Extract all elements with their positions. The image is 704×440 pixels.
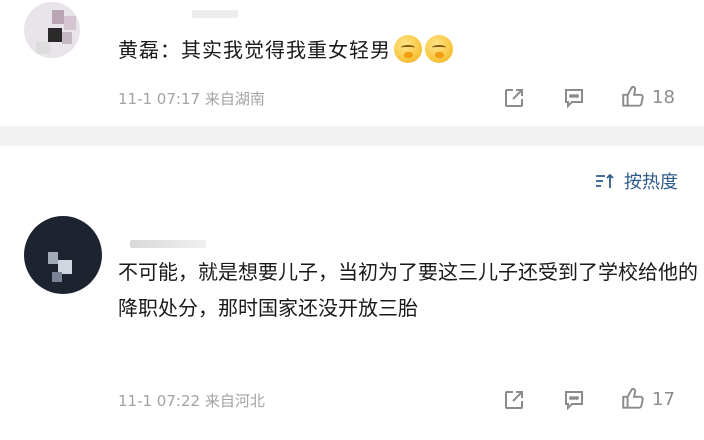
blurred-text xyxy=(192,10,238,18)
section-divider xyxy=(0,126,704,146)
comment-item: 按热度 不可能，就是想要儿子，当初为了要这三儿子还受到了学校给他的降职处分，那时… xyxy=(0,146,704,440)
comment-icon xyxy=(565,391,583,411)
comment-content: 不可能，就是想要儿子，当初为了要这三儿子还受到了学校给他的降职处分，那时国家还没… xyxy=(118,260,698,320)
timestamp: 11-1 07:22 xyxy=(118,392,201,410)
comment-icon xyxy=(565,89,583,109)
share-button[interactable] xyxy=(502,388,526,412)
comment-item: 黄磊：其实我觉得我重女轻男 11-1 07:17 来自湖南 18 xyxy=(0,0,704,126)
colon-separator: ： xyxy=(160,38,181,62)
comment-meta: 11-1 07:22 来自河北 xyxy=(118,390,265,411)
comment-meta: 11-1 07:17 来自湖南 xyxy=(118,88,265,109)
author-name[interactable]: 黄磊 xyxy=(118,38,160,62)
avatar[interactable] xyxy=(24,2,80,58)
share-icon xyxy=(505,89,523,107)
like-count: 17 xyxy=(652,388,675,410)
reply-button[interactable] xyxy=(562,388,586,412)
timestamp: 11-1 07:17 xyxy=(118,90,201,108)
like-count: 18 xyxy=(652,86,675,108)
sort-by-popularity-button[interactable]: 按热度 xyxy=(594,168,678,194)
smirk-emoji-icon xyxy=(425,35,453,63)
comment-text: 黄磊：其实我觉得我重女轻男 xyxy=(118,34,453,63)
smirk-emoji-icon xyxy=(394,35,422,63)
sort-label: 按热度 xyxy=(624,172,678,193)
avatar[interactable] xyxy=(24,216,102,294)
location: 来自湖南 xyxy=(204,90,265,108)
location: 来自河北 xyxy=(204,392,265,410)
blurred-username xyxy=(130,240,206,248)
sort-icon xyxy=(596,173,614,188)
share-button[interactable] xyxy=(502,86,526,110)
comment-content: 其实我觉得我重女轻男 xyxy=(181,38,391,62)
share-icon xyxy=(505,391,523,409)
like-button[interactable]: 18 xyxy=(620,84,675,110)
reply-button[interactable] xyxy=(562,86,586,110)
thumbs-up-icon xyxy=(622,86,644,107)
like-button[interactable]: 17 xyxy=(620,386,675,412)
thumbs-up-icon xyxy=(622,388,644,409)
